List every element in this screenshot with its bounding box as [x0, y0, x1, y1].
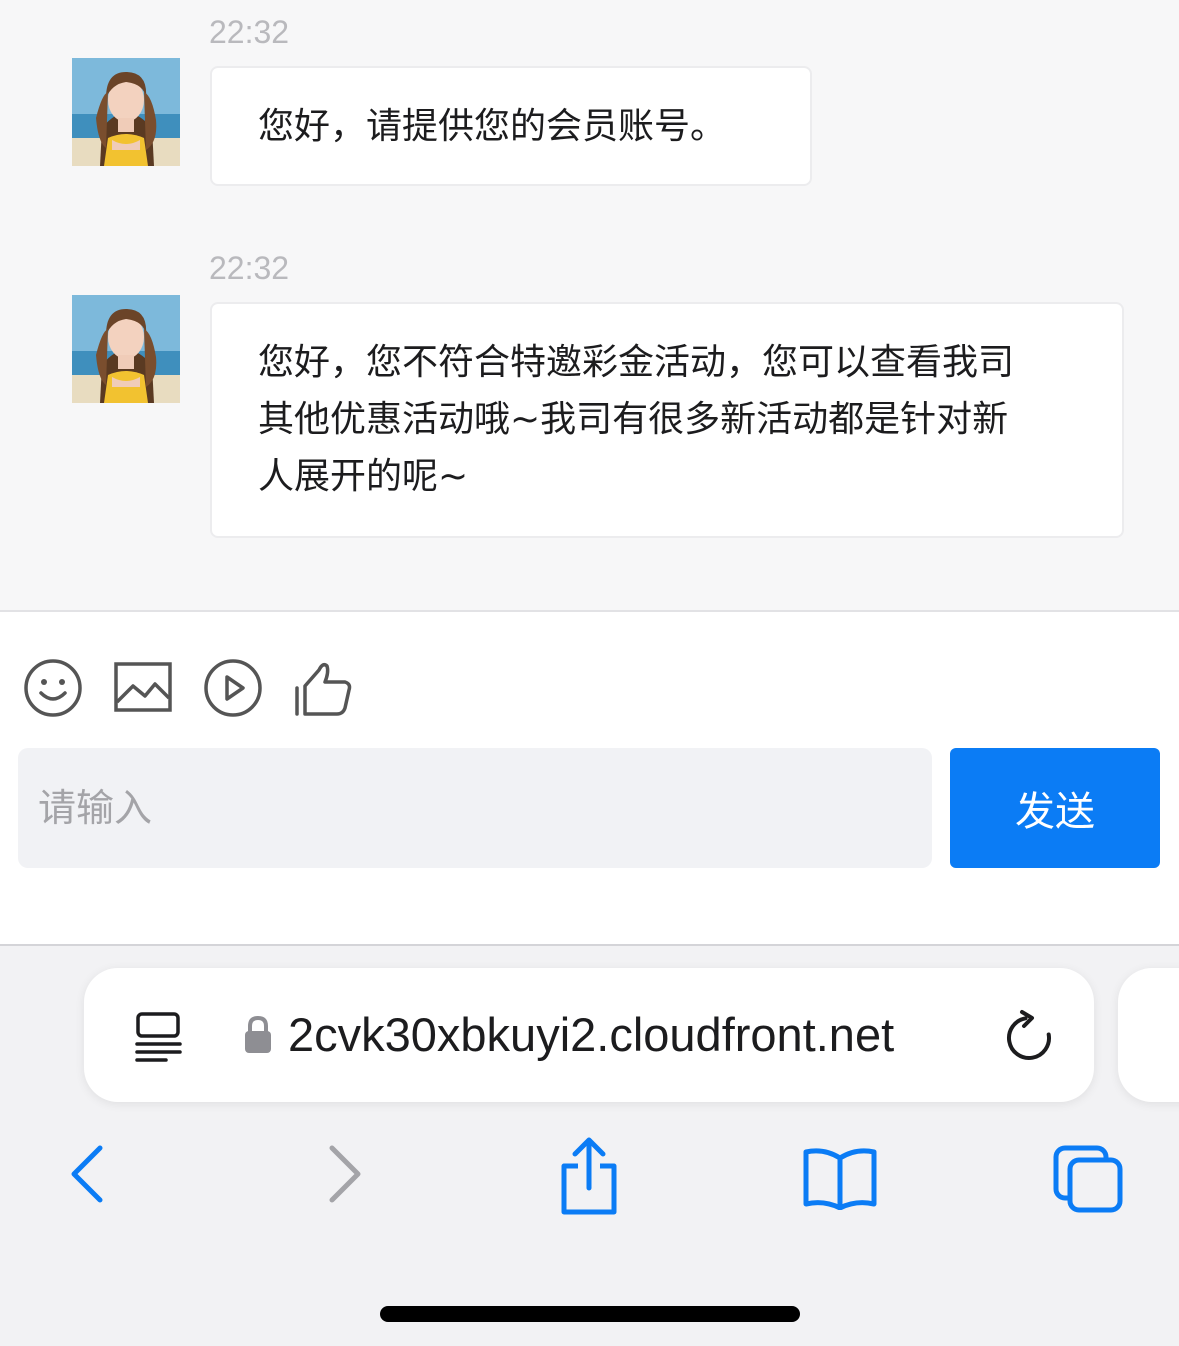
composer: 发送 [0, 612, 1179, 944]
reload-icon[interactable] [1004, 1008, 1054, 1062]
message-text-line: 您好，您不符合特邀彩金活动，您可以查看我司 [258, 342, 1015, 383]
address-bar[interactable]: 2cvk30xbkuyi2.cloudfront.net [84, 968, 1094, 1102]
message-timestamp: 22:32 [209, 250, 290, 286]
url-text: 2cvk30xbkuyi2.cloudfront.net [288, 1008, 895, 1061]
next-tab-preview[interactable] [1118, 968, 1179, 1102]
agent-avatar [72, 58, 180, 166]
message-text-line: 其他优惠活动哦~我司有很多新活动都是针对新 [258, 399, 1009, 440]
chat-message-list[interactable]: 22:32 您好，请提供您的会员账号。 22:32 您好，您不符合特邀彩金活动，… [0, 0, 1179, 610]
forward-icon[interactable] [324, 1142, 364, 1210]
message-bubble: 您好，您不符合特邀彩金活动，您可以查看我司 其他优惠活动哦~我司有很多新活动都是… [210, 302, 1124, 538]
bookmarks-icon[interactable] [800, 1146, 880, 1214]
share-icon[interactable] [556, 1136, 622, 1220]
chat-page: 22:32 您好，请提供您的会员账号。 22:32 您好，您不符合特邀彩金活动，… [0, 0, 1179, 1346]
thumbs-up-icon[interactable] [293, 658, 353, 718]
message-text-line: 人展开的呢~ [258, 456, 469, 497]
send-button[interactable]: 发送 [950, 748, 1160, 868]
emoji-icon[interactable] [23, 658, 83, 718]
message-input[interactable] [18, 748, 932, 868]
agent-avatar [72, 295, 180, 403]
lock-icon [244, 1015, 272, 1054]
message-text: 您好，请提供您的会员账号。 [258, 106, 727, 147]
image-icon[interactable] [113, 658, 173, 718]
tabs-icon[interactable] [1052, 1144, 1126, 1218]
message-bubble: 您好，请提供您的会员账号。 [210, 66, 812, 186]
home-indicator [380, 1306, 800, 1322]
reader-icon[interactable] [134, 1010, 184, 1062]
browser-toolbar: 2cvk30xbkuyi2.cloudfront.net [0, 946, 1179, 1346]
message-timestamp: 22:32 [209, 14, 290, 50]
video-icon[interactable] [203, 658, 263, 718]
back-icon[interactable] [68, 1142, 108, 1210]
